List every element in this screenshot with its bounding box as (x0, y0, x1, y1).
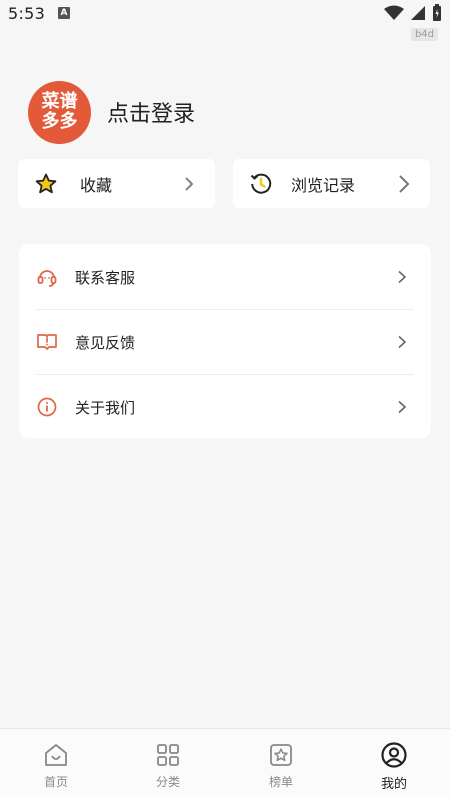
status-time: 5:53 (8, 4, 46, 23)
headset-icon (36, 266, 58, 288)
app-screen: 5:53 A b4d 菜谱 多多 点击登录 收藏 浏览记录 联系客服 意见反馈 … (0, 0, 450, 797)
menu-item-about-us[interactable]: 关于我们 (36, 375, 414, 439)
user-icon (380, 741, 408, 769)
chevron-right-icon (394, 334, 410, 350)
clock-history-icon (249, 172, 273, 196)
avatar-text-line1: 菜谱 (41, 91, 78, 112)
debug-badge: b4d (410, 28, 438, 41)
status-icons (384, 4, 442, 22)
nav-tab-ranking[interactable]: 榜单 (225, 729, 337, 797)
bottom-navigation: 首页 分类 榜单 我的 (0, 728, 450, 797)
avatar-text-line2: 多多 (41, 111, 78, 132)
history-card[interactable]: 浏览记录 (233, 159, 430, 208)
favorites-card[interactable]: 收藏 (18, 159, 215, 208)
signal-icon (411, 6, 425, 20)
settings-menu-card: 联系客服 意见反馈 关于我们 (19, 244, 431, 438)
chevron-right-icon (394, 174, 414, 194)
menu-item-label: 关于我们 (75, 398, 136, 417)
profile-header[interactable]: 菜谱 多多 点击登录 (28, 80, 195, 144)
chevron-right-icon (394, 269, 410, 285)
nav-label: 分类 (155, 775, 180, 789)
info-icon (36, 396, 58, 418)
notification-icon: A (58, 7, 70, 19)
app-logo-avatar[interactable]: 菜谱 多多 (28, 80, 91, 144)
ranking-star-icon (267, 741, 295, 769)
nav-label: 首页 (43, 775, 68, 789)
home-icon (42, 741, 70, 769)
menu-item-label: 意见反馈 (75, 333, 136, 352)
login-link[interactable]: 点击登录 (107, 96, 195, 128)
chevron-right-icon (179, 174, 199, 194)
star-icon (34, 172, 58, 196)
favorites-label: 收藏 (80, 175, 113, 195)
grid-icon (154, 741, 182, 769)
menu-item-feedback[interactable]: 意见反馈 (36, 310, 414, 374)
history-label: 浏览记录 (291, 175, 356, 195)
menu-item-label: 联系客服 (75, 268, 136, 287)
nav-label: 我的 (380, 777, 407, 792)
nav-tab-home[interactable]: 首页 (0, 729, 112, 797)
battery-icon (433, 4, 441, 21)
nav-tab-category[interactable]: 分类 (112, 729, 224, 797)
feedback-book-icon (36, 331, 58, 353)
menu-item-contact-service[interactable]: 联系客服 (36, 245, 414, 309)
nav-label: 榜单 (268, 775, 293, 789)
status-bar: 5:53 A b4d (0, 0, 450, 41)
nav-tab-mine[interactable]: 我的 (338, 729, 450, 797)
chevron-right-icon (394, 399, 410, 415)
wifi-icon (384, 5, 404, 20)
